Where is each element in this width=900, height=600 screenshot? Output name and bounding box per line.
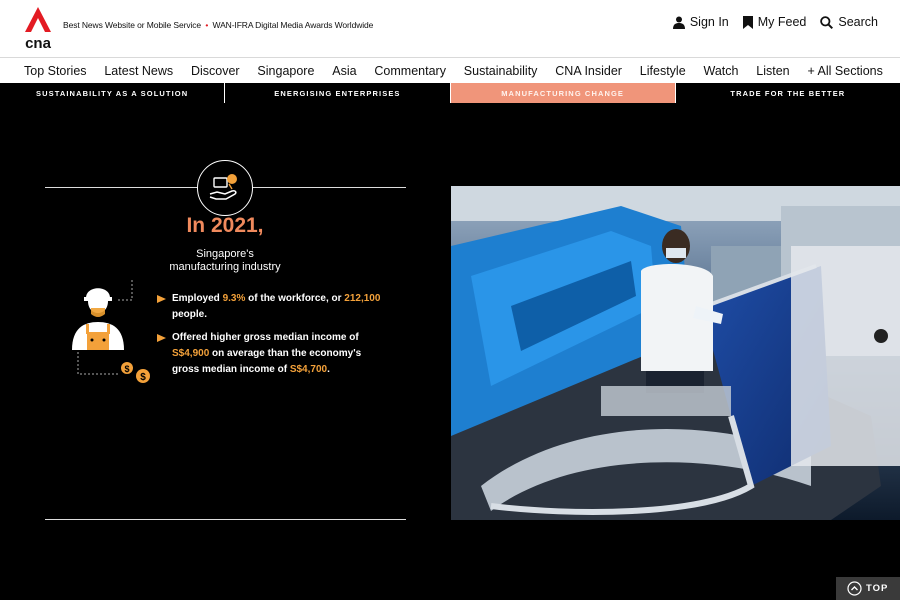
tagline-part2: WAN-IFRA Digital Media Awards Worldwide [212,20,374,30]
subtitle: Singapore's manufacturing industry [45,248,405,274]
series-tabs: SUSTAINABILITY AS A SOLUTION ENERGISING … [0,83,900,103]
nav-item-top-stories[interactable]: Top Stories [24,64,87,78]
my-feed-label: My Feed [757,15,807,29]
sign-in-button[interactable]: Sign In [672,15,729,29]
facts-list: Employed 9.3% of the workforce, or 212,1… [157,291,387,385]
chevron-up-icon [847,581,862,596]
year-heading: In 2021, [186,214,264,237]
tab-trade-for-the-better[interactable]: TRADE FOR THE BETTER [676,83,900,103]
my-feed-button[interactable]: My Feed [742,15,807,29]
bottom-divider [45,519,406,520]
site-header: cna Best News Website or Mobile Service … [0,0,900,57]
logo-wordmark: cna [25,35,52,50]
nav-item-cna-insider[interactable]: CNA Insider [555,64,622,78]
back-to-top-label: TOP [866,583,889,594]
nav-item-commentary[interactable]: Commentary [374,64,446,78]
tab-energising-enterprises[interactable]: ENERGISING ENTERPRISES [225,83,451,103]
nav-item-watch[interactable]: Watch [703,64,738,78]
search-button[interactable]: Search [820,15,878,29]
bookmark-icon [742,15,753,29]
header-actions: Sign In My Feed Search [672,15,878,29]
tab-sustainability-as-a-solution[interactable]: SUSTAINABILITY AS A SOLUTION [0,83,226,103]
fact-income: Offered higher gross median income of S$… [157,330,387,378]
nav-item-sustainability[interactable]: Sustainability [464,64,538,78]
search-label: Search [838,15,878,29]
back-to-top-button[interactable]: TOP [836,577,900,600]
search-icon [820,15,834,29]
tagline-separator: • [205,20,209,30]
user-icon [672,16,685,29]
nav-item-singapore[interactable]: Singapore [257,64,314,78]
nav-item-latest-news[interactable]: Latest News [104,64,173,78]
nav-item-discover[interactable]: Discover [191,64,240,78]
tab-manufacturing-change[interactable]: MANUFACTURING CHANGE [450,83,676,103]
nav-item-asia[interactable]: Asia [332,64,356,78]
nav-item-lifestyle[interactable]: Lifestyle [640,64,686,78]
cna-logo[interactable]: cna [22,6,54,50]
tagline-part1: Best News Website or Mobile Service [63,20,202,30]
main-nav: Top Stories Latest News Discover Singapo… [0,57,900,83]
award-tagline: Best News Website or Mobile Service • WA… [63,20,373,30]
worker-icon: $ $ [72,280,150,383]
income-hand-icon [197,160,253,216]
nav-item-listen[interactable]: Listen [756,64,789,78]
svg-text:$: $ [140,372,146,383]
svg-text:$: $ [124,364,129,374]
nav-item-all-sections[interactable]: + All Sections [807,64,882,78]
subtitle-line-2: manufacturing industry [169,261,281,273]
fact-workforce: Employed 9.3% of the workforce, or 212,1… [157,291,387,323]
sign-in-label: Sign In [689,15,729,29]
subtitle-line-1: Singapore's [196,248,254,260]
factory-photo [451,186,900,520]
